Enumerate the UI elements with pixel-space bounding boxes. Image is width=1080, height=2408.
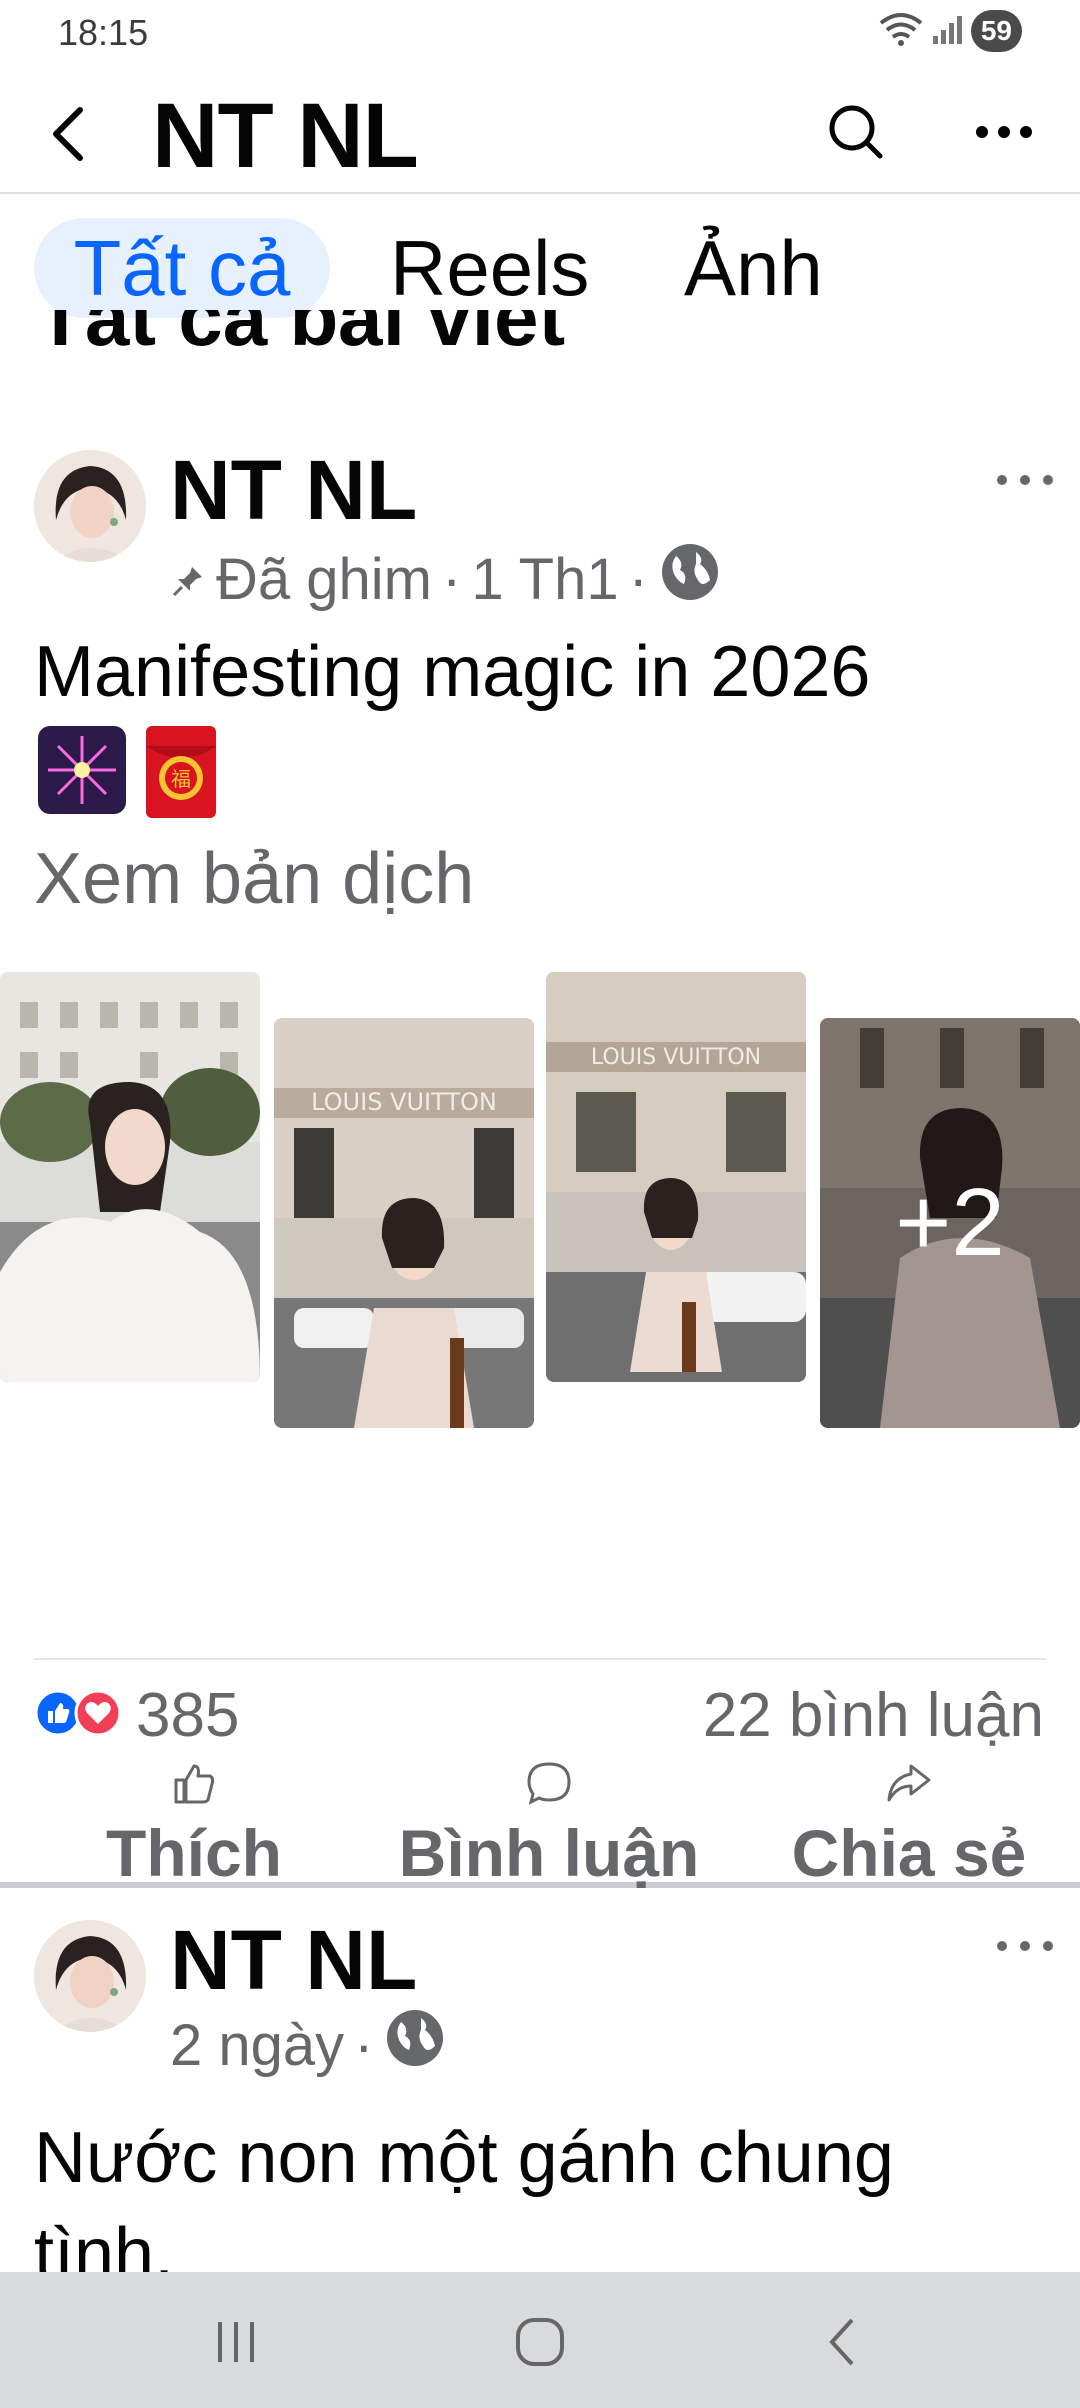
author-avatar[interactable] bbox=[34, 450, 146, 562]
post-photo[interactable]: LOUIS VUITTON bbox=[546, 972, 806, 1382]
more-dots-icon bbox=[976, 126, 1032, 138]
meta-separator: · bbox=[628, 546, 648, 612]
post-meta: 2 ngày · bbox=[170, 2006, 447, 2084]
photo-image: LOUIS VUITTON bbox=[274, 1018, 534, 1428]
section-title: Tất cả bài viết bbox=[36, 310, 565, 390]
reactions-summary[interactable]: 385 bbox=[34, 1680, 239, 1751]
tab-photos[interactable]: Ảnh bbox=[684, 218, 823, 318]
post-meta: Đã ghim · 1 Th1 · bbox=[170, 540, 722, 618]
more-dots-icon bbox=[997, 475, 1053, 485]
like-label: Thích bbox=[106, 1816, 282, 1890]
fireworks-emoji-icon bbox=[38, 726, 126, 823]
more-dots-icon bbox=[997, 1941, 1053, 1951]
like-button[interactable]: Thích bbox=[96, 1760, 292, 1891]
post-card: NT NL 2 ngày · Nước non một gánh chung t… bbox=[0, 1892, 1080, 2294]
app-bar: NT NL bbox=[0, 70, 1080, 194]
svg-text:福: 福 bbox=[171, 767, 191, 791]
post-text: Manifesting magic in 2026 bbox=[34, 632, 871, 712]
svg-text:LOUIS VUITTON: LOUIS VUITTON bbox=[591, 1045, 761, 1070]
home-button[interactable] bbox=[500, 2312, 580, 2372]
pin-icon bbox=[170, 546, 206, 613]
avatar-image bbox=[34, 1920, 146, 2032]
share-label: Chia sẻ bbox=[791, 1816, 1027, 1890]
more-options-button[interactable] bbox=[968, 96, 1040, 168]
post-time[interactable]: 2 ngày bbox=[170, 2012, 344, 2079]
thumbs-up-icon bbox=[174, 1764, 215, 1804]
home-icon bbox=[516, 2318, 564, 2366]
tab-reels[interactable]: Reels bbox=[390, 218, 589, 318]
red-envelope-emoji-icon: 福 bbox=[146, 726, 216, 823]
globe-icon bbox=[383, 2006, 447, 2084]
post-more-button[interactable] bbox=[990, 460, 1060, 500]
battery-indicator: 59 bbox=[970, 10, 1022, 52]
share-button[interactable]: Chia sẻ bbox=[786, 1760, 1032, 1891]
status-bar: 18:15 59 bbox=[0, 0, 1080, 70]
meta-separator: · bbox=[441, 546, 462, 612]
globe-icon bbox=[658, 540, 722, 618]
photo-image bbox=[0, 972, 260, 1382]
author-name[interactable]: NT NL bbox=[170, 1912, 417, 2009]
comment-icon bbox=[527, 1762, 571, 1805]
post-card: NT NL Đã ghim · 1 Th1 · Manifesting magi… bbox=[0, 430, 1080, 1891]
search-icon bbox=[829, 105, 883, 159]
system-nav-bar bbox=[0, 2272, 1080, 2408]
svg-text:LOUIS VUITTON: LOUIS VUITTON bbox=[311, 1088, 497, 1116]
section-title-text: Tất cả bài viết bbox=[36, 310, 566, 362]
back-button[interactable] bbox=[40, 98, 100, 170]
post-photo[interactable]: LOUIS VUITTON bbox=[274, 1018, 534, 1428]
post-more-button[interactable] bbox=[990, 1926, 1060, 1966]
meta-separator: · bbox=[354, 2012, 374, 2078]
status-icons: 59 bbox=[877, 10, 1022, 52]
back-nav-button[interactable] bbox=[804, 2312, 884, 2372]
more-photos-count: +2 bbox=[820, 1018, 1080, 1428]
recent-apps-button[interactable] bbox=[196, 2312, 276, 2372]
signal-icon bbox=[931, 12, 965, 51]
post-photo-more[interactable]: +2 bbox=[820, 1018, 1080, 1428]
post-photo[interactable] bbox=[0, 972, 260, 1382]
search-button[interactable] bbox=[820, 96, 892, 168]
author-name[interactable]: NT NL bbox=[170, 442, 417, 539]
post-divider bbox=[34, 1658, 1046, 1660]
avatar-image bbox=[34, 450, 146, 562]
chevron-left-icon bbox=[53, 107, 83, 161]
back-arrow-icon bbox=[829, 2318, 854, 2366]
post-time[interactable]: 1 Th1 bbox=[471, 546, 618, 613]
share-arrow-icon bbox=[887, 1764, 931, 1802]
love-reaction-icon bbox=[74, 1689, 122, 1742]
author-avatar[interactable] bbox=[34, 1920, 146, 2032]
photo-image: LOUIS VUITTON bbox=[546, 972, 806, 1382]
reaction-count: 385 bbox=[136, 1681, 240, 1750]
comment-count[interactable]: 22 bình luận bbox=[703, 1680, 1044, 1751]
comment-button[interactable]: Bình luận bbox=[396, 1760, 702, 1891]
recent-apps-icon bbox=[218, 2322, 254, 2362]
pinned-label: Đã ghim bbox=[216, 546, 432, 612]
tab-all[interactable]: Tất cả bbox=[34, 218, 330, 318]
wifi-icon bbox=[877, 11, 925, 52]
see-translation-link[interactable]: Xem bản dịch bbox=[34, 838, 474, 920]
post-emojis: 福 bbox=[38, 726, 216, 823]
page-title: NT NL bbox=[152, 85, 419, 187]
status-time: 18:15 bbox=[58, 12, 149, 53]
comment-label: Bình luận bbox=[398, 1816, 700, 1890]
